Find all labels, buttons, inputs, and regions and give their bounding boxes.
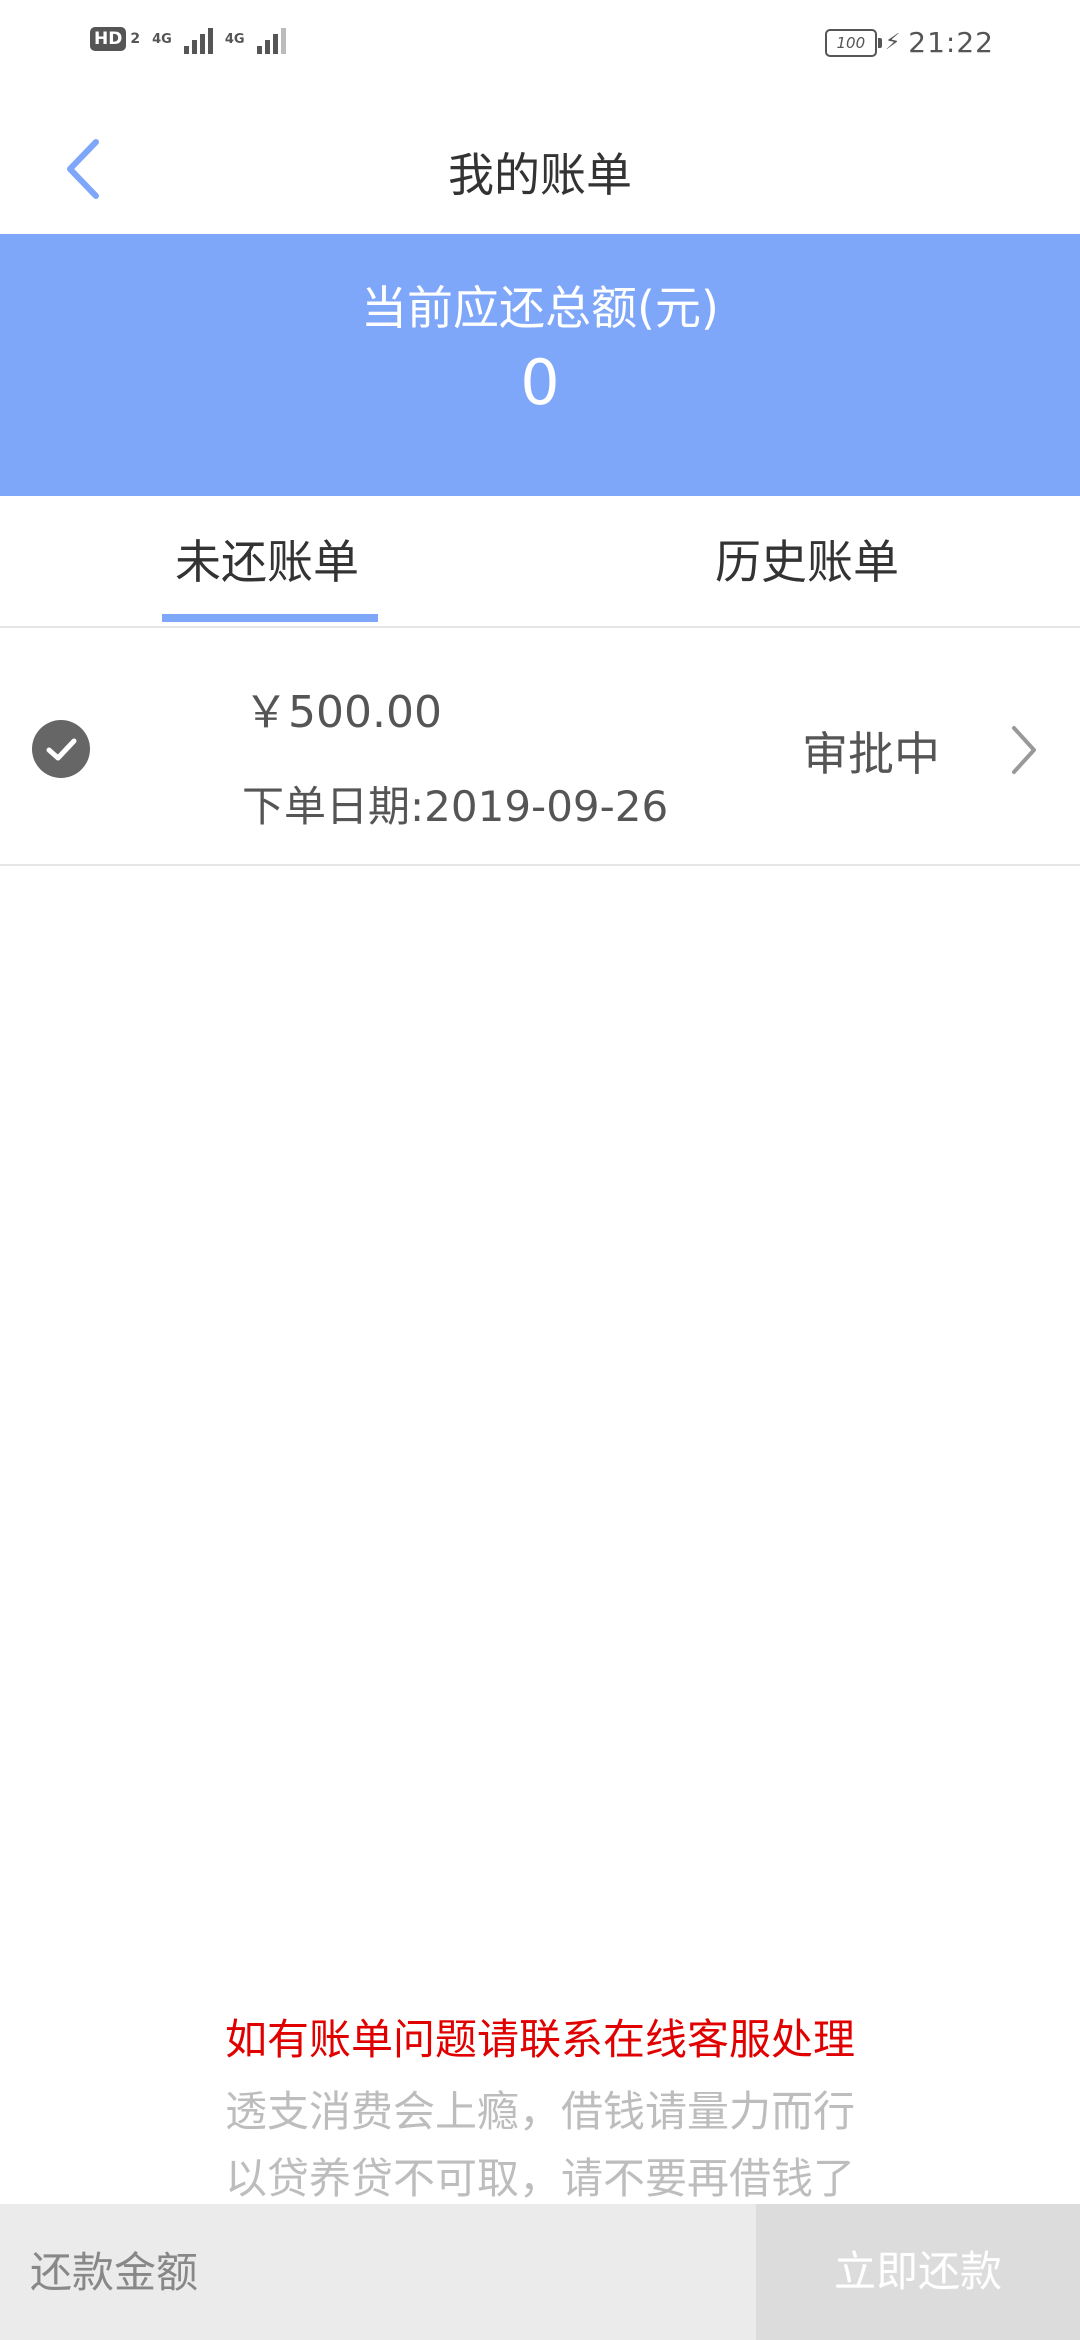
- page-title: 我的账单: [448, 148, 632, 202]
- bill-tabs: 未还账单 历史账单: [0, 496, 1080, 628]
- warning-notice-2: 以贷养贷不可取，请不要再借钱了: [224, 2154, 855, 2203]
- bottom-action-bar: 立即还款: [0, 2204, 1080, 2340]
- contact-support-notice: 如有账单问题请联系在线客服处理: [224, 2015, 855, 2064]
- clock: 21:22: [908, 26, 994, 59]
- checkmark-icon: [46, 738, 77, 761]
- repay-now-button[interactable]: 立即还款: [756, 2204, 1080, 2340]
- summary-banner: 当前应还总额(元) 0: [0, 234, 1080, 496]
- check-circle-icon[interactable]: [32, 720, 90, 778]
- network-type-2: 4G: [224, 31, 245, 47]
- status-right: 100 ⚡ 21:22: [824, 26, 994, 59]
- signal-strength-icon: [183, 24, 213, 54]
- signal-strength-icon-2: [256, 24, 286, 54]
- battery-icon: 100: [824, 28, 882, 57]
- tab-unpaid-bills[interactable]: 未还账单: [175, 526, 359, 592]
- hd-sub-label: 2: [130, 31, 141, 47]
- app-header: 我的账单: [0, 84, 1080, 234]
- chevron-right-icon: [1004, 720, 1044, 780]
- bill-list-item[interactable]: ￥500.00 下单日期:2019-09-26 审批中: [0, 628, 1080, 866]
- bill-amount: ￥500.00: [244, 687, 442, 738]
- warning-notice-1: 透支消费会上瘾，借钱请量力而行: [224, 2087, 855, 2136]
- repayment-amount-input[interactable]: [0, 2204, 756, 2340]
- active-tab-indicator: [162, 614, 378, 622]
- bill-status: 审批中: [802, 727, 940, 781]
- charging-icon: ⚡: [884, 30, 901, 55]
- total-due-label: 当前应还总额(元): [361, 281, 719, 335]
- status-left: HD 2 4G 4G: [90, 24, 286, 54]
- network-type-1: 4G: [152, 31, 172, 47]
- tab-history-bills[interactable]: 历史账单: [715, 526, 899, 592]
- bill-order-date: 下单日期:2019-09-26: [242, 782, 669, 831]
- status-bar: HD 2 4G 4G 100 ⚡ 21:22: [0, 0, 1080, 84]
- total-due-amount: 0: [520, 346, 560, 419]
- hd-badge: HD: [90, 27, 127, 51]
